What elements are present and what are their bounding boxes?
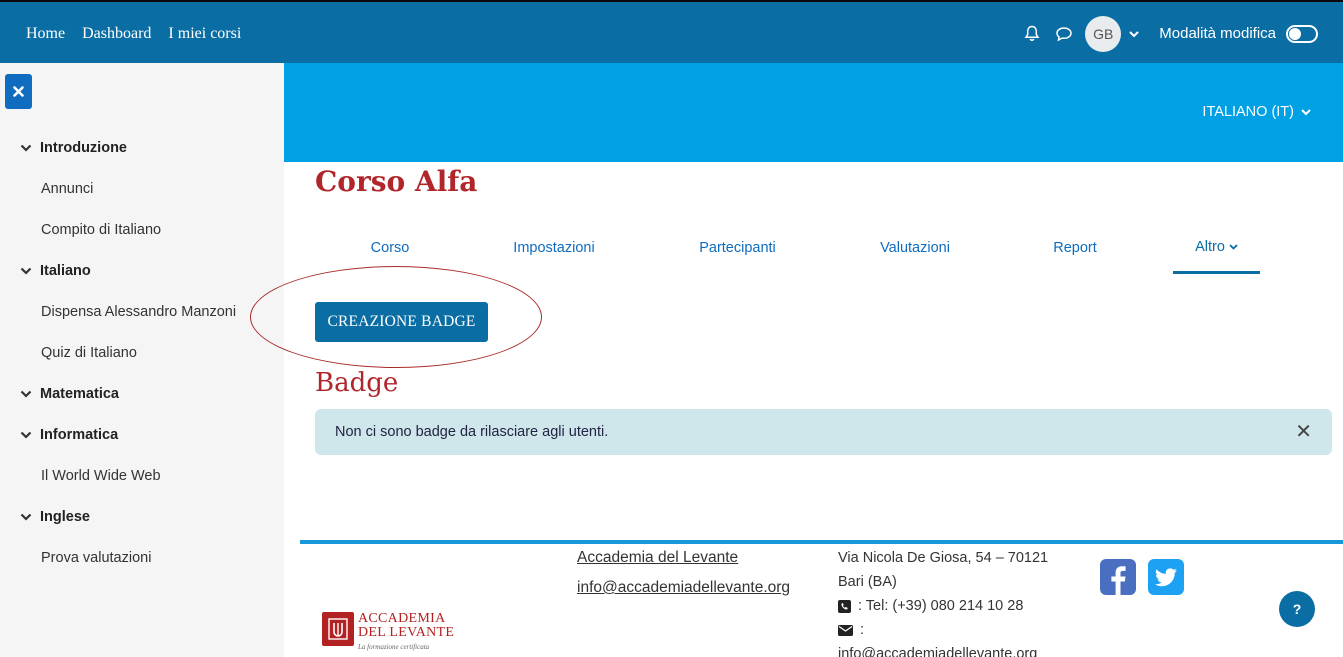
footer-address-line-1: Via Nicola De Giosa, 54 – 70121 [838, 550, 1049, 566]
footer-email-label: : [860, 622, 865, 638]
drawer-item-quiz-italiano[interactable]: Quiz di Italiano [41, 345, 137, 361]
bell-icon[interactable] [1021, 23, 1043, 45]
section-label: Italiano [40, 263, 91, 279]
academy-logo-mark-icon [322, 612, 354, 646]
section-italiano[interactable]: Italiano [20, 263, 91, 279]
language-selector[interactable]: ITALIANO (IT) [1202, 104, 1311, 120]
chevron-down-icon [20, 513, 32, 521]
footer-contact-email[interactable]: info@accademiadellevante.org [838, 642, 1048, 657]
chevron-down-icon [1301, 108, 1311, 115]
academy-logo: ACCADEMIA DEL LEVANTE La formazione cert… [322, 612, 454, 654]
chevron-down-icon[interactable] [1129, 25, 1139, 43]
phone-icon [838, 599, 851, 613]
nav-dashboard[interactable]: Dashboard [82, 25, 151, 43]
chat-bubble-icon[interactable] [1053, 23, 1075, 45]
info-alert: Non ci sono badge da rilasciare agli ute… [315, 409, 1332, 455]
section-inglese[interactable]: Inglese [20, 509, 90, 525]
academy-logo-text: ACCADEMIA DEL LEVANTE La formazione cert… [358, 612, 454, 654]
footer-phone-row: : Tel: (+39) 080 214 10 28 [838, 594, 1048, 618]
edit-mode-label: Modalità modifica [1159, 25, 1276, 42]
drawer-item-compito-italiano[interactable]: Compito di Italiano [41, 222, 161, 238]
tab-partecipanti[interactable]: Partecipanti [680, 222, 795, 274]
facebook-icon[interactable] [1100, 559, 1136, 600]
course-secondary-navigation: Corso Impostazioni Partecipanti Valutazi… [300, 222, 1310, 274]
logo-line-2: DEL LEVANTE [358, 625, 455, 640]
tab-valutazioni[interactable]: Valutazioni [860, 222, 970, 274]
section-label: Informatica [40, 427, 119, 443]
drawer-item-dispensa-manzoni[interactable]: Dispensa Alessandro Manzoni [41, 304, 236, 320]
edit-mode-toggle[interactable] [1286, 24, 1318, 43]
section-label: Inglese [40, 509, 90, 525]
footer-contact: Via Nicola De Giosa, 54 – 70121 Bari (BA… [838, 546, 1048, 657]
chevron-down-icon [1229, 243, 1238, 250]
top-navbar: Home Dashboard I miei corsi GB Modalità … [0, 0, 1343, 63]
course-index-drawer: Introduzione Annunci Compito di Italiano… [0, 63, 284, 657]
section-label: Matematica [40, 386, 119, 402]
chevron-down-icon [20, 390, 32, 398]
page-title: Corso Alfa [315, 165, 478, 198]
section-title: Badge [315, 368, 399, 398]
close-icon[interactable]: ✕ [1295, 422, 1312, 442]
user-controls: GB Modalità modifica [1021, 2, 1318, 65]
create-badge-button[interactable]: CREAZIONE BADGE [315, 302, 488, 342]
footer-org-info: Accademia del Levante info@accademiadell… [577, 549, 790, 609]
avatar[interactable]: GB [1085, 15, 1122, 52]
logo-tagline: La formazione certificata [358, 643, 430, 651]
close-drawer-button[interactable] [5, 74, 32, 109]
logo-line-1: ACCADEMIA [358, 611, 446, 626]
primary-navigation: Home Dashboard I miei corsi [26, 2, 241, 65]
language-label: ITALIANO (IT) [1202, 104, 1294, 120]
close-icon [13, 86, 24, 97]
section-matematica[interactable]: Matematica [20, 386, 119, 402]
chevron-down-icon [20, 267, 32, 275]
help-button[interactable]: ? [1279, 591, 1315, 627]
tab-impostazioni[interactable]: Impostazioni [494, 222, 614, 274]
chevron-down-icon [20, 431, 32, 439]
section-informatica[interactable]: Informatica [20, 427, 118, 443]
section-label: Introduzione [40, 140, 127, 156]
chevron-down-icon [20, 144, 32, 152]
envelope-icon [838, 624, 853, 636]
page-header-band: ITALIANO (IT) [284, 63, 1343, 162]
drawer-item-annunci[interactable]: Annunci [41, 181, 93, 197]
nav-my-courses[interactable]: I miei corsi [168, 25, 241, 43]
nav-home[interactable]: Home [26, 25, 65, 43]
footer-email-link[interactable]: info@accademiadellevante.org [577, 579, 790, 597]
alert-message: Non ci sono badge da rilasciare agli ute… [335, 424, 609, 440]
footer-email-row: : [838, 618, 1048, 642]
social-links [1100, 559, 1184, 600]
drawer-item-prova-valutazioni[interactable]: Prova valutazioni [41, 550, 151, 566]
tab-altro-label: Altro [1195, 238, 1225, 255]
twitter-icon[interactable] [1148, 559, 1184, 600]
section-introduzione[interactable]: Introduzione [20, 140, 127, 156]
tab-altro[interactable]: Altro [1173, 222, 1260, 274]
footer-address-line-2: Bari (BA) [838, 574, 897, 590]
footer-phone: : Tel: (+39) 080 214 10 28 [858, 598, 1024, 614]
drawer-item-world-wide-web[interactable]: Il World Wide Web [41, 468, 161, 484]
footer-org-link[interactable]: Accademia del Levante [577, 549, 790, 567]
footer-divider [300, 540, 1343, 544]
tab-report[interactable]: Report [1035, 222, 1115, 274]
